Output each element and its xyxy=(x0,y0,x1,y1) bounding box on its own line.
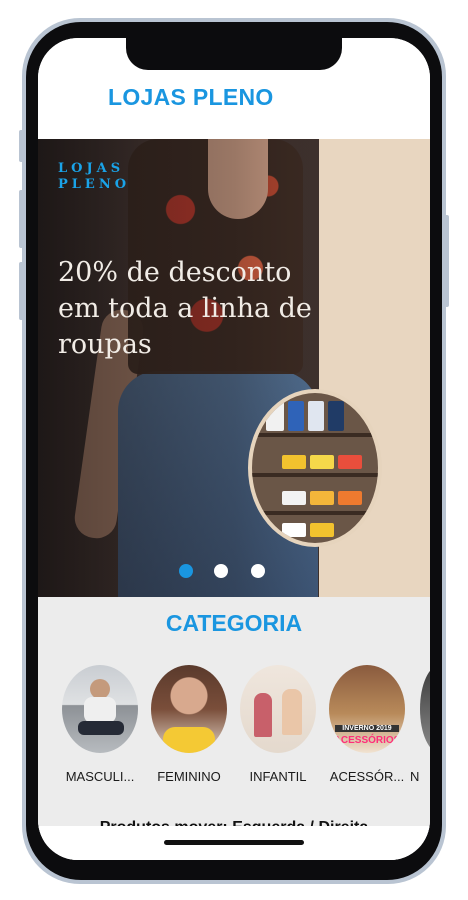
carousel-dot-2[interactable] xyxy=(214,564,228,578)
category-figure xyxy=(84,697,116,723)
phone-notch xyxy=(126,38,342,70)
phone-screen: LOJAS PLENO LOJAS PLENO 20% de desconto … xyxy=(38,38,430,860)
clothes-stack xyxy=(338,491,362,505)
app-title: LOJAS PLENO xyxy=(108,84,274,110)
banner-brand-line1: LOJAS xyxy=(58,161,125,176)
clothes-stack xyxy=(282,523,306,537)
category-label: ACESSÓR... xyxy=(329,769,405,784)
clothes-stack xyxy=(308,401,324,431)
carousel-indicator xyxy=(38,564,430,578)
side-button-left-mid xyxy=(19,190,24,248)
store-shelf xyxy=(252,473,378,477)
clothes-stack xyxy=(288,401,304,431)
category-figure xyxy=(90,679,110,699)
category-image-feminino xyxy=(151,665,227,753)
category-label: N xyxy=(410,769,420,784)
carousel-dot-1[interactable] xyxy=(179,564,193,578)
banner-brand-line2: PLENO xyxy=(58,177,131,192)
carousel-dot-3[interactable] xyxy=(251,564,265,578)
clothes-stack xyxy=(282,491,306,505)
category-label: MASCULI... xyxy=(65,769,135,784)
category-image-caption: ACESSÓRIOS xyxy=(333,735,401,746)
side-button-left-bottom xyxy=(19,262,24,320)
category-figure xyxy=(78,721,124,735)
category-image-partial xyxy=(420,665,430,753)
clothes-stack xyxy=(282,455,306,469)
category-image-caption: INVERNO 2019 xyxy=(335,725,399,732)
side-button-left-top xyxy=(19,130,24,162)
clothes-stack xyxy=(338,455,362,469)
category-image-masculino xyxy=(62,665,138,753)
category-label: INFANTIL xyxy=(249,769,307,784)
banner-brand-logo: LOJAS PLENO xyxy=(58,161,130,193)
store-shelf xyxy=(252,511,378,515)
clothes-stack xyxy=(328,401,344,431)
clothes-stack xyxy=(310,455,334,469)
home-bar-area xyxy=(38,826,430,860)
clothes-stack xyxy=(310,523,334,537)
home-indicator[interactable] xyxy=(164,840,304,845)
category-figure xyxy=(282,689,302,735)
clothes-stack xyxy=(310,491,334,505)
side-button-right xyxy=(444,215,449,307)
banner-store-photo xyxy=(248,389,382,547)
banner-promo-text: 20% de desconto em toda a linha de roupa… xyxy=(58,257,312,360)
category-figure xyxy=(254,693,272,737)
category-image-acessorios: INVERNO 2019 ACESSÓRIOS xyxy=(329,665,405,753)
category-image-infantil xyxy=(240,665,316,753)
category-label: FEMININO xyxy=(157,769,221,784)
store-shelf xyxy=(252,433,378,437)
category-heading: CATEGORIA xyxy=(165,610,303,636)
category-section: CATEGORIA MASCULI... FEMININO INFANTIL I… xyxy=(38,597,430,860)
clothes-stack xyxy=(266,401,284,431)
promo-banner-carousel[interactable]: LOJAS PLENO 20% de desconto em toda a li… xyxy=(38,139,430,597)
category-figure xyxy=(163,727,215,753)
